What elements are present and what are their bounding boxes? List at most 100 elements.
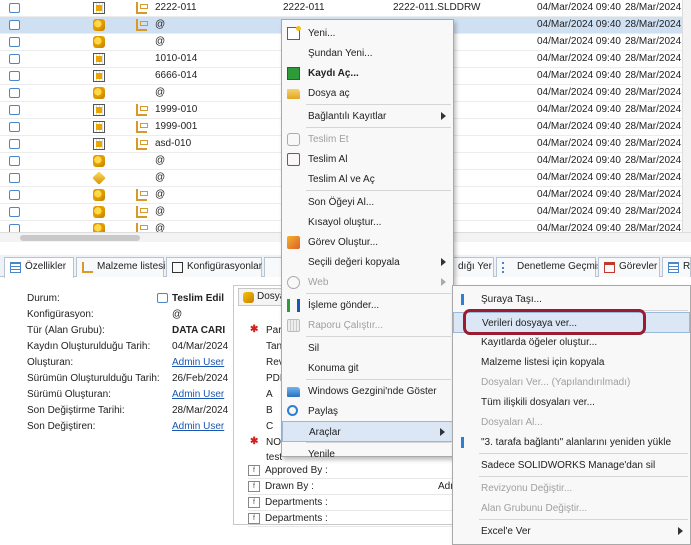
version-by-link[interactable]: Admin User [172,389,224,400]
row-checkbox[interactable] [9,20,20,30]
submenu-item[interactable]: Dosyaları Ver... (Yapılandırılmadı) [453,372,690,393]
structure-icon [136,138,148,150]
tab-denetleme-gecmisi[interactable]: Denetleme Geçmişi [496,257,604,277]
field-row[interactable]: f Departments : [248,512,454,527]
field-row[interactable]: f Drawn By : Adm [248,480,459,495]
submenu-item-label: Dosyaları Al... [481,417,543,428]
menu-item-label: Raporu Çalıştır... [308,320,384,331]
version-date-label: Sürümün Oluşturulduğu Tarih: [27,373,160,384]
table-cell: 1010-014 [155,53,198,64]
submenu-item[interactable]: Dosyaları Al... [453,412,690,433]
field-row[interactable]: f Departments : [248,496,454,511]
doc-row-label: C [266,421,274,432]
menu-item[interactable]: Sil [282,338,453,359]
submenu-item-label: Alan Grubunu Değiştir... [481,503,588,514]
submenu-item[interactable]: Revizyonu Değiştir... [453,478,690,499]
save-icon [287,67,300,80]
menu-item[interactable]: İşleme gönder... [282,295,453,316]
structure-icon [136,189,148,201]
row-checkbox[interactable] [9,88,20,98]
menu-item[interactable]: Teslim Al [282,149,453,170]
table-cell: 2222-011.SLDDRW [393,2,481,13]
type-label: Tür (Alan Grubu): [27,325,105,336]
submenu-item[interactable]: Malzeme listesi için kopyala [453,352,690,373]
menu-item[interactable]: Seçili değeri kopyala [282,252,453,273]
submenu-item-label: Sadece SOLIDWORKS Manage'dan sil [481,460,656,471]
drawing-icon [93,53,105,65]
new-icon [287,26,301,40]
submenu-item[interactable]: Kayıtlarda öğeler oluştur... [453,332,690,353]
drawing-icon [93,104,105,116]
submenu-item[interactable]: Şuraya Taşı... [453,289,690,310]
menu-item-label: Seçili değeri kopyala [308,257,400,268]
row-checkbox[interactable] [9,3,20,13]
tab-konfigurasyonlar[interactable]: Konfigürasyonlar [166,257,262,277]
submenu-item[interactable]: "3. tarafa bağlantı" alanlarını yeniden … [453,432,690,453]
submenu-item[interactable]: Tüm ilişkili dosyaları ver... [453,392,690,413]
menu-item[interactable]: Paylaş [282,401,453,422]
tab-malzeme-listesi[interactable]: Malzeme listesi [76,257,165,277]
field-icon: f [248,465,260,476]
table-cell: 04/Mar/2024 09:40 [537,53,621,64]
menu-item[interactable]: Teslim Et [282,129,453,150]
doc-row-label: B [266,405,273,416]
row-checkbox[interactable] [9,122,20,132]
field-label: Drawn By : [265,481,314,492]
created-date-value: 04/Mar/2024 [172,341,229,352]
menu-separator [306,104,451,105]
submenu-item[interactable]: Alan Grubunu Değiştir... [453,498,690,519]
structure-icon [136,19,148,31]
menu-item[interactable]: Görev Oluştur... [282,232,453,253]
submenu-item-label: "3. tarafa bağlantı" alanlarını yeniden … [481,437,671,448]
modified-by-link[interactable]: Admin User [172,421,224,432]
row-checkbox[interactable] [9,139,20,149]
tab-r[interactable]: R [662,257,691,277]
menu-item[interactable]: Windows Gezgini'nde Göster [282,381,453,402]
chevron-right-icon [441,112,446,120]
assembly-icon [93,189,105,201]
grid-vertical-scrollbar[interactable] [682,0,691,242]
row-checkbox[interactable] [9,37,20,47]
menu-item[interactable]: Teslim Al ve Aç [282,169,453,190]
row-checkbox[interactable] [9,190,20,200]
menu-item[interactable]: Konuma git [282,358,453,379]
menu-item[interactable]: Raporu Çalıştır... [282,315,453,336]
row-checkbox[interactable] [9,71,20,81]
row-checkbox[interactable] [9,156,20,166]
report-icon [287,319,300,332]
menu-item[interactable]: Kaydı Aç... [282,63,453,84]
row-checkbox[interactable] [9,105,20,115]
menu-item[interactable]: Kısayol oluştur... [282,212,453,233]
scroll-thumb[interactable] [20,235,140,241]
menu-item[interactable]: Web [282,272,453,293]
submenu-item[interactable]: Sadece SOLIDWORKS Manage'dan sil [453,455,690,476]
menu-item[interactable]: Şundan Yeni... [282,43,453,64]
menu-item[interactable]: Yenile [282,444,453,465]
table-cell: 04/Mar/2024 09:40 [537,87,621,98]
menu-item[interactable]: Dosya aç [282,83,453,104]
menu-item[interactable]: Yeni... [282,23,453,44]
assembly-icon [93,19,105,31]
table-row[interactable]: 2222-011 2222-011 2222-011.SLDDRW 04/Mar/20… [0,0,691,17]
structure-icon [136,121,148,133]
tab-gorevler[interactable]: Görevler [598,257,660,277]
folder-icon [287,89,300,99]
menu-item[interactable]: Bağlantılı Kayıtlar [282,106,453,127]
submenu-item[interactable]: Excel'e Ver [453,521,690,542]
row-checkbox[interactable] [9,54,20,64]
lock-icon [287,133,300,146]
status-value: Teslim Edil [172,293,225,304]
menu-separator [479,453,688,454]
row-checkbox[interactable] [9,207,20,217]
row-checkbox[interactable] [9,173,20,183]
table-cell: @ [155,206,166,217]
menu-item[interactable]: Araçlar [282,421,453,442]
table-cell: @ [155,19,166,30]
table-cell: 2222-011 [283,2,325,13]
menu-item[interactable]: Son Öğeyi Al... [282,192,453,213]
tab-kullanildigi-yer[interactable]: dığı Yer [452,257,494,277]
field-row[interactable]: f Approved By : [248,464,454,479]
created-by-link[interactable]: Admin User [172,357,224,368]
menu-item-label: Sil [308,343,320,354]
tab-ozellikler[interactable]: Özellikler [4,257,74,278]
